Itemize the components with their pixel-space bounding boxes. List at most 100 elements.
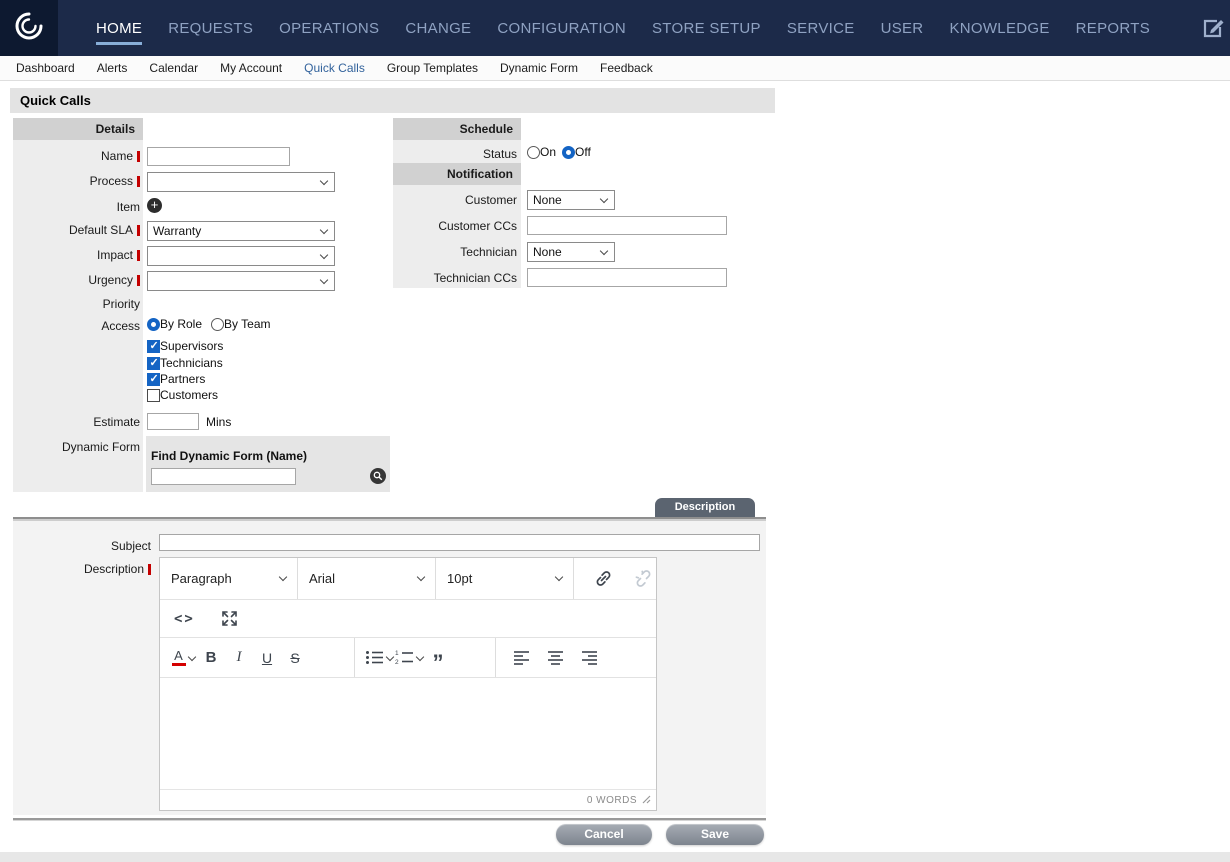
compose-icon[interactable] [1202,17,1226,39]
technician-label-text: Technician [460,245,517,259]
subnav-group-templates[interactable]: Group Templates [376,61,489,75]
radio-by-team[interactable] [211,318,224,331]
nav-change[interactable]: CHANGE [405,0,471,56]
nav-home[interactable]: HOME [96,0,142,56]
default-sla-select[interactable]: Warranty [147,221,335,241]
bullet-list-button[interactable] [365,644,393,672]
technician-select-value: None [533,245,562,259]
font-size-select[interactable]: 10pt [436,558,574,599]
underline-button[interactable]: U [254,644,280,672]
subnav-dashboard[interactable]: Dashboard [5,61,86,75]
impact-select[interactable] [147,246,335,266]
fullscreen-button[interactable] [217,605,243,633]
chevron-down-icon [416,653,424,661]
svg-text:2: 2 [395,659,399,666]
app-logo[interactable] [0,0,58,56]
tab-description[interactable]: Description [655,498,755,517]
nav-configuration[interactable]: CONFIGURATION [497,0,626,56]
subnav-my-account[interactable]: My Account [209,61,293,75]
link-icon [593,568,614,589]
process-select[interactable] [147,172,335,192]
dynamic-form-search-input[interactable] [151,468,296,485]
subnav-alerts[interactable]: Alerts [86,61,139,75]
bold-button[interactable]: B [198,644,224,672]
align-right-button[interactable] [576,644,602,672]
priority-label-text: Priority [103,297,140,311]
page-title: Quick Calls [10,88,775,113]
subject-input[interactable] [159,534,760,551]
resize-handle[interactable] [642,791,651,809]
align-right-icon [581,650,598,665]
customer-select[interactable]: None [527,190,615,210]
source-code-button[interactable]: <> [174,611,195,627]
blockquote-button[interactable]: ” [425,644,451,672]
nav-operations[interactable]: OPERATIONS [279,0,379,56]
insert-link-button[interactable] [590,565,616,593]
customer-ccs-label: Customer CCs [393,219,521,234]
subject-label-text: Subject [111,539,151,553]
search-icon[interactable] [370,468,386,484]
subnav-feedback[interactable]: Feedback [589,61,664,75]
technician-select[interactable]: None [527,242,615,262]
name-input[interactable] [147,147,290,166]
text-style-group: A B I U S [160,638,355,677]
paragraph-format-select[interactable]: Paragraph [160,558,298,599]
chevron-down-icon [320,275,328,283]
subnav-quick-calls[interactable]: Quick Calls [293,61,376,75]
status-radio-group: On Off [527,145,591,159]
description-label-text: Description [84,562,144,576]
save-button[interactable]: Save [666,824,764,845]
checkbox-partners-label: Partners [160,372,205,386]
name-label: Name [13,149,143,164]
customer-ccs-input[interactable] [527,216,727,235]
checkbox-technicians[interactable] [147,357,160,370]
dynamic-form-label-text: Dynamic Form [62,440,140,454]
nav-store-setup-label: STORE SETUP [652,20,761,37]
editor-content-area[interactable] [160,678,656,789]
subject-label: Subject [13,539,151,553]
nav-knowledge[interactable]: KNOWLEDGE [949,0,1049,56]
technician-ccs-input[interactable] [527,268,727,287]
chevron-down-icon [320,176,328,184]
checkbox-partners[interactable] [147,373,160,386]
estimate-input[interactable] [147,413,199,430]
impact-label: Impact [13,248,143,263]
estimate-label: Estimate [13,415,143,430]
nav-store-setup[interactable]: STORE SETUP [652,0,761,56]
checkbox-customers-label: Customers [160,388,218,402]
checkbox-technicians-label: Technicians [160,356,223,370]
cancel-button[interactable]: Cancel [556,824,652,845]
text-color-button[interactable]: A [170,644,196,672]
checkbox-customers[interactable] [147,389,160,402]
radio-status-off[interactable] [562,146,575,159]
nav-requests[interactable]: REQUESTS [168,0,253,56]
technician-ccs-label-text: Technician CCs [434,271,517,285]
add-item-icon[interactable] [147,198,162,213]
align-left-button[interactable] [508,644,534,672]
radio-status-on[interactable] [527,146,540,159]
font-family-select[interactable]: Arial [298,558,436,599]
main-content: Quick Calls Details Name Process Item De… [0,81,1230,862]
subnav-calendar[interactable]: Calendar [138,61,209,75]
subnav-dynamic-form[interactable]: Dynamic Form [489,61,589,75]
customer-ccs-label-text: Customer CCs [438,219,517,233]
nav-user[interactable]: USER [881,0,924,56]
chevron-down-icon [417,573,425,581]
nav-home-label: HOME [96,20,142,37]
remove-link-button[interactable] [630,565,656,593]
numbered-list-icon: 12 [395,649,414,666]
numbered-list-button[interactable]: 12 [395,644,423,672]
radio-by-role[interactable] [147,318,160,331]
required-marker [137,225,140,236]
strikethrough-button[interactable]: S [282,644,308,672]
nav-reports[interactable]: REPORTS [1076,0,1150,56]
italic-button[interactable]: I [226,644,252,672]
alignment-group [496,638,656,677]
align-center-button[interactable] [542,644,568,672]
urgency-select[interactable] [147,271,335,291]
technician-label: Technician [393,245,521,260]
checkbox-supervisors[interactable] [147,340,160,353]
radio-by-role-label: By Role [160,317,202,331]
nav-service[interactable]: SERVICE [787,0,855,56]
nav-operations-label: OPERATIONS [279,20,379,37]
